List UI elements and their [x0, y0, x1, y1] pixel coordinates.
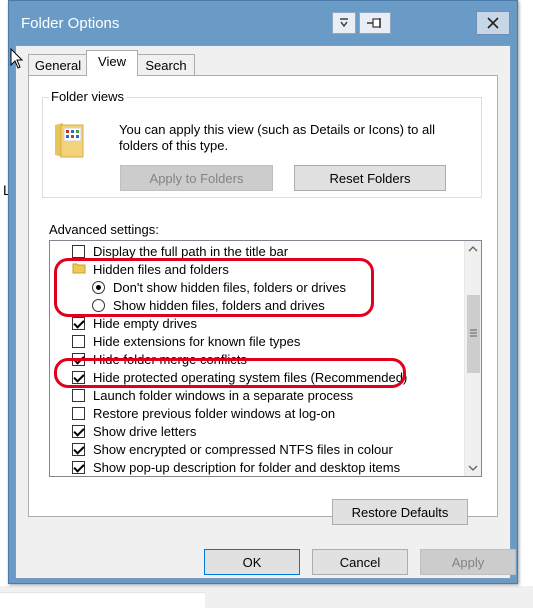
- advanced-setting-row[interactable]: Launch folder windows in a separate proc…: [50, 387, 466, 405]
- advanced-setting-label: Show encrypted or compressed NTFS files …: [93, 442, 393, 457]
- advanced-setting-label: Display the full path in the title bar: [93, 244, 289, 259]
- background-app-panel: [0, 592, 205, 609]
- advanced-setting-label: Hide folder merge conflicts: [93, 352, 247, 367]
- restore-defaults-button[interactable]: Restore Defaults: [332, 499, 468, 525]
- grip-icon: [470, 329, 477, 337]
- checkbox[interactable]: [72, 317, 85, 330]
- advanced-setting-label: Launch folder windows in a separate proc…: [93, 388, 354, 403]
- advanced-setting-label: Hide empty drives: [93, 316, 198, 331]
- scroll-down-icon[interactable]: [468, 464, 478, 472]
- folder-icon: [72, 263, 86, 274]
- apply-label: Apply: [451, 554, 485, 570]
- advanced-setting-label: Restore previous folder windows at log-o…: [93, 406, 336, 421]
- advanced-settings-list[interactable]: Display the full path in the title bar Hi…: [49, 240, 482, 477]
- apply-to-folders-button[interactable]: Apply to Folders: [120, 165, 273, 191]
- advanced-setting-row: Hidden files and folders: [50, 261, 466, 279]
- chevron-down-icon: [340, 18, 348, 28]
- tab-search-label: Search: [145, 58, 187, 73]
- cursor-icon: [10, 48, 24, 69]
- dropdown-caption-button[interactable]: [332, 12, 356, 34]
- tab-general[interactable]: General: [28, 54, 88, 76]
- dialog-client-area: General View Search Folder views You can…: [15, 45, 516, 579]
- advanced-setting-row[interactable]: Show encrypted or compressed NTFS files …: [50, 441, 466, 459]
- apply-button[interactable]: Apply: [420, 549, 516, 575]
- folder-options-dialog: Folder Options General View Search Folde…: [8, 0, 518, 584]
- checkbox[interactable]: [72, 461, 85, 474]
- apply-to-folders-label: Apply to Folders: [149, 170, 244, 186]
- checkbox[interactable]: [72, 353, 85, 366]
- advanced-setting-row[interactable]: Hide protected operating system files (R…: [50, 369, 466, 387]
- advanced-setting-label: Hide protected operating system files (R…: [93, 370, 408, 385]
- checkbox[interactable]: [72, 371, 85, 384]
- advanced-settings-label: Advanced settings:: [49, 222, 159, 237]
- title-bar[interactable]: Folder Options: [9, 1, 517, 45]
- view-tab-panel: Folder views You can apply this view (su…: [28, 75, 498, 525]
- reset-folders-label: Reset Folders: [329, 170, 411, 186]
- restore-defaults-label: Restore Defaults: [351, 504, 449, 520]
- advanced-setting-label: Hide extensions for known file types: [93, 334, 301, 349]
- tab-view[interactable]: View: [86, 50, 138, 76]
- advanced-setting-row[interactable]: Show hidden files, folders and drives: [50, 297, 466, 315]
- advanced-setting-row[interactable]: Hide extensions for known file types: [50, 333, 466, 351]
- checkbox[interactable]: [72, 407, 85, 420]
- checkbox[interactable]: [72, 425, 85, 438]
- checkbox[interactable]: [72, 389, 85, 402]
- radio-button[interactable]: [92, 299, 105, 312]
- tab-general-label: General: [34, 58, 82, 73]
- radio-button[interactable]: [92, 281, 105, 294]
- advanced-setting-row[interactable]: Hide empty drives: [50, 315, 466, 333]
- folder-views-description: You can apply this view (such as Details…: [119, 122, 436, 153]
- tab-search[interactable]: Search: [137, 54, 195, 76]
- advanced-setting-row[interactable]: Don't show hidden files, folders or driv…: [50, 279, 466, 297]
- advanced-setting-row[interactable]: Display the full path in the title bar: [50, 243, 466, 261]
- checkbox[interactable]: [72, 335, 85, 348]
- folder-views-icon: [55, 123, 84, 158]
- advanced-setting-row[interactable]: Restore previous folder windows at log-o…: [50, 405, 466, 423]
- ok-button[interactable]: OK: [204, 549, 300, 575]
- pin-caption-button[interactable]: [359, 12, 391, 34]
- folder-views-group-label: Folder views: [49, 89, 126, 104]
- close-button[interactable]: [476, 11, 510, 35]
- scroll-up-icon[interactable]: [468, 245, 478, 253]
- window-title: Folder Options: [21, 15, 120, 32]
- advanced-setting-row[interactable]: Show drive letters: [50, 423, 466, 441]
- cancel-button[interactable]: Cancel: [312, 549, 408, 575]
- reset-folders-button[interactable]: Reset Folders: [294, 165, 446, 191]
- cancel-label: Cancel: [339, 554, 381, 570]
- scroll-thumb[interactable]: [467, 295, 480, 373]
- advanced-setting-label: Hidden files and folders: [93, 262, 229, 277]
- pin-icon: [367, 18, 381, 28]
- tab-view-label: View: [98, 54, 126, 69]
- advanced-setting-label: Don't show hidden files, folders or driv…: [113, 280, 346, 295]
- advanced-setting-label: Show drive letters: [93, 424, 197, 439]
- advanced-setting-label: Show pop-up description for folder and d…: [93, 460, 401, 475]
- vertical-scrollbar[interactable]: [464, 241, 481, 476]
- advanced-setting-label: Show hidden files, folders and drives: [113, 298, 325, 313]
- checkbox[interactable]: [72, 245, 85, 258]
- advanced-setting-row[interactable]: Show pop-up description for folder and d…: [50, 459, 466, 476]
- checkbox[interactable]: [72, 443, 85, 456]
- ok-label: OK: [242, 554, 262, 570]
- close-icon: [487, 17, 499, 29]
- advanced-setting-row[interactable]: Hide folder merge conflicts: [50, 351, 466, 369]
